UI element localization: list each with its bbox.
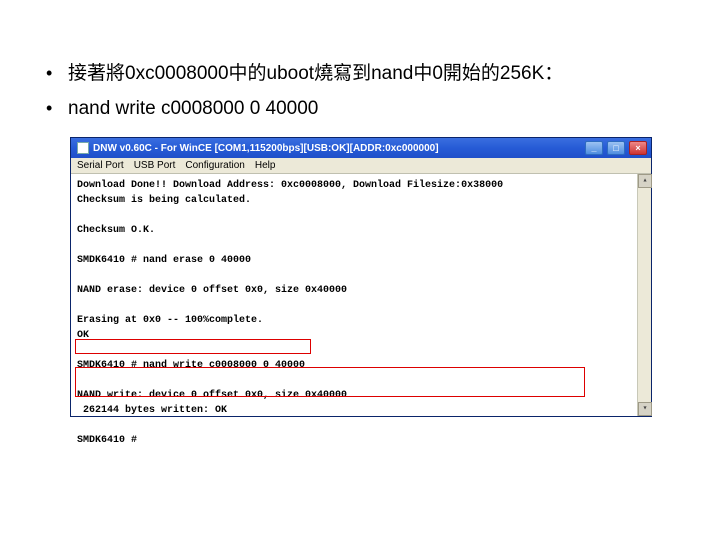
term-line: NAND write: device 0 offset 0x0, size 0x… <box>77 390 347 401</box>
app-window: DNW v0.60C - For WinCE [COM1,115200bps][… <box>70 137 652 417</box>
bullet-1: 接著將0xc0008000中的uboot燒寫到nand中0開始的256K： <box>40 60 680 89</box>
scroll-down-icon[interactable]: ▾ <box>638 402 652 416</box>
term-line: OK <box>77 330 89 341</box>
term-line: NAND erase: device 0 offset 0x0, size 0x… <box>77 285 347 296</box>
minimize-button[interactable]: _ <box>585 141 603 155</box>
terminal-output: Download Done!! Download Address: 0xc000… <box>71 174 651 416</box>
titlebar: DNW v0.60C - For WinCE [COM1,115200bps][… <box>71 138 651 158</box>
menu-serial-port[interactable]: Serial Port <box>77 160 124 171</box>
maximize-button[interactable]: □ <box>607 141 625 155</box>
highlight-box-command <box>75 339 311 354</box>
menu-help[interactable]: Help <box>255 160 276 171</box>
menu-usb-port[interactable]: USB Port <box>134 160 176 171</box>
term-line: Erasing at 0x0 -- 100%complete. <box>77 315 263 326</box>
bullet-2: nand write c0008000 0 40000 <box>40 95 680 124</box>
menubar: Serial Port USB Port Configuration Help <box>71 158 651 174</box>
term-line: SMDK6410 # <box>77 435 137 446</box>
term-line: SMDK6410 # nand write c0008000 0 40000 <box>77 360 305 371</box>
close-button[interactable]: × <box>629 141 647 155</box>
term-line: SMDK6410 # nand erase 0 40000 <box>77 255 251 266</box>
term-line: 262144 bytes written: OK <box>77 405 227 416</box>
scrollbar[interactable]: ▴▾ <box>637 174 651 416</box>
menu-configuration[interactable]: Configuration <box>185 160 244 171</box>
term-line: Checksum is being calculated. <box>77 195 251 206</box>
term-line: Download Done!! Download Address: 0xc000… <box>77 180 503 191</box>
term-line: Checksum O.K. <box>77 225 155 236</box>
scroll-up-icon[interactable]: ▴ <box>638 174 652 188</box>
app-icon <box>77 142 89 154</box>
window-title: DNW v0.60C - For WinCE [COM1,115200bps][… <box>93 143 581 154</box>
